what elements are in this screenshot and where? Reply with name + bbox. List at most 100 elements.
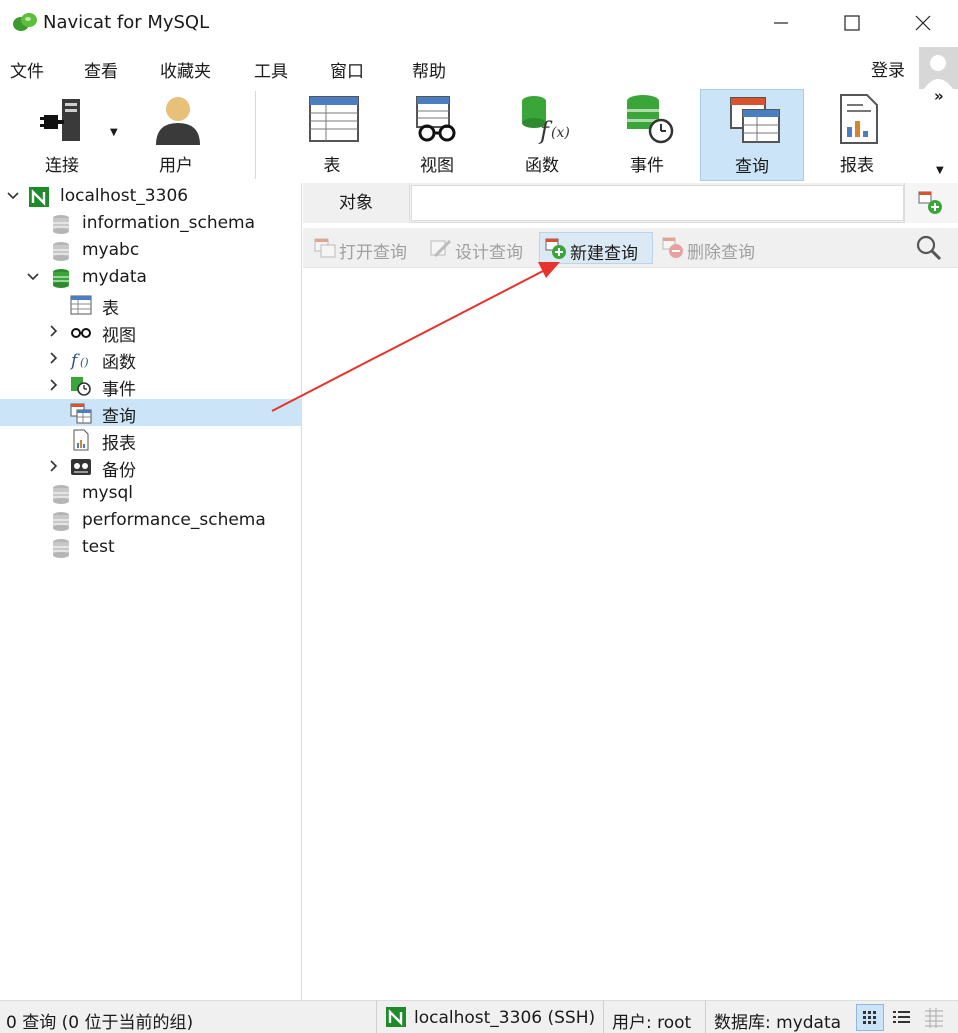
tree-db-label: mydata [82,267,147,287]
toolbar-report-button[interactable]: 报表 [805,89,909,181]
tree-db-test[interactable]: test [0,534,301,561]
toolbar-connect-button[interactable]: ▼ 连接 [10,89,118,181]
object-panel: 对象 打开查询 设计查询 新建查询 删除查询 [303,183,958,1000]
tree-connection[interactable]: localhost_3306 [0,183,301,210]
tree-db-label: test [82,537,115,557]
new-tab-button[interactable] [904,183,958,223]
database-open-icon [53,269,69,288]
main-toolbar: ▼ 连接 用户 表 视图 f (x) 函数 事件 查询 报表 » ▼ [0,87,958,183]
status-database: 数据库: mydata [714,1013,842,1033]
toolbar-view-button[interactable]: 视图 [385,89,489,181]
tree-node-events[interactable]: 事件 [0,372,301,400]
tree-connection-label: localhost_3306 [60,186,189,206]
tree-node-label: 备份 [102,461,136,481]
list-view-icon [893,1011,910,1023]
toolbar-function-button[interactable]: f (x) 函数 [490,89,594,181]
close-button[interactable] [900,0,946,46]
tree-db-mysql[interactable]: mysql [0,480,301,507]
maximize-button[interactable] [829,0,875,46]
delete-query-button[interactable]: 删除查询 [657,232,769,264]
status-object-count: 0 查询 (0 位于当前的组) [6,1013,194,1033]
collapsed-chevron-icon[interactable] [46,376,60,394]
tree-node-backups[interactable]: 备份 [0,453,301,481]
new-query-button[interactable]: 新建查询 [539,232,653,264]
login-link[interactable]: 登录 [871,56,905,81]
detail-view-button[interactable] [920,1004,948,1031]
toolbar-view-label: 视图 [420,156,454,176]
database-icon [53,242,69,261]
tree-db-performance-schema[interactable]: performance_schema [0,507,301,534]
mysql-connection-icon [29,187,49,207]
search-icon[interactable] [915,234,943,262]
database-icon [53,539,69,558]
connect-dropdown-icon[interactable]: ▼ [110,127,118,138]
design-query-label: 设计查询 [455,243,523,263]
menu-bar: 文件 查看 收藏夹 工具 窗口 帮助 登录 [0,47,958,87]
status-divider [376,1001,377,1033]
view-icon [416,96,456,142]
database-icon [53,215,69,234]
avatar[interactable] [919,47,958,89]
collapsed-chevron-icon[interactable] [46,457,60,475]
detail-view-icon [925,1008,943,1028]
navicat-logo-icon [13,13,37,31]
tree-db-label: mysql [82,483,133,503]
open-query-button[interactable]: 打开查询 [309,232,421,264]
function-icon: f () [70,351,89,370]
menu-favorites[interactable]: 收藏夹 [160,57,211,82]
collapsed-chevron-icon[interactable] [46,322,60,340]
tab-objects[interactable]: 对象 [303,183,410,223]
menu-window[interactable]: 窗口 [330,57,364,82]
tab-strip: 对象 [303,183,958,223]
toolbar-scroll-icon[interactable]: ▼ [936,165,944,176]
tree-db-myabc[interactable]: myabc [0,237,301,264]
menu-tools[interactable]: 工具 [254,57,288,82]
table-icon [309,96,359,142]
tree-node-tables[interactable]: 表 [0,291,301,319]
delete-query-label: 删除查询 [687,243,755,263]
toolbar-query-label: 查询 [735,157,769,177]
delete-query-icon [662,237,683,258]
grid-view-icon [863,1011,876,1024]
expanded-chevron-icon[interactable] [26,268,40,286]
toolbar-query-button[interactable]: 查询 [700,89,804,181]
query-icon [730,97,780,143]
new-query-plus-icon [918,191,942,214]
tree-node-functions[interactable]: f () 函数 [0,345,301,373]
toolbar-connect-label: 连接 [45,156,79,176]
report-icon [73,429,89,451]
tree-node-label: 事件 [102,380,136,400]
menu-help[interactable]: 帮助 [412,57,446,82]
toolbar-user-button[interactable]: 用户 [124,89,228,181]
toolbar-user-label: 用户 [159,156,193,176]
tab-blank-area [411,185,904,221]
collapsed-chevron-icon[interactable] [46,349,60,367]
expanded-chevron-icon[interactable] [6,187,20,205]
design-query-button[interactable]: 设计查询 [425,232,537,264]
toolbar-event-button[interactable]: 事件 [595,89,699,181]
minimize-button[interactable] [758,0,804,46]
window-title: Navicat for MySQL [43,12,210,33]
toolbar-function-label: 函数 [525,156,559,176]
tree-node-queries[interactable]: 查询 [0,399,301,427]
tree-db-information-schema[interactable]: information_schema [0,210,301,237]
new-query-label: 新建查询 [570,244,638,264]
toolbar-overflow-button[interactable]: » [934,87,944,105]
query-action-bar: 打开查询 设计查询 新建查询 删除查询 [303,228,958,268]
account-avatar-icon [924,55,953,89]
tree-db-mydata[interactable]: mydata [0,264,301,291]
plug-icon [40,99,80,141]
menu-file[interactable]: 文件 [10,57,44,82]
list-view-button[interactable] [888,1004,916,1031]
toolbar-table-label: 表 [323,156,341,176]
tree-node-label: 视图 [102,326,136,346]
tree-node-reports[interactable]: 报表 [0,426,301,454]
tree-db-label: performance_schema [82,510,266,530]
toolbar-table-button[interactable]: 表 [280,89,384,181]
object-tree: localhost_3306 information_schema myabc … [0,183,302,1000]
menu-view[interactable]: 查看 [84,57,118,82]
grid-view-button[interactable] [856,1004,884,1031]
tree-db-label: myabc [82,240,140,260]
maximize-icon [844,15,860,31]
tree-node-views[interactable]: 视图 [0,318,301,346]
